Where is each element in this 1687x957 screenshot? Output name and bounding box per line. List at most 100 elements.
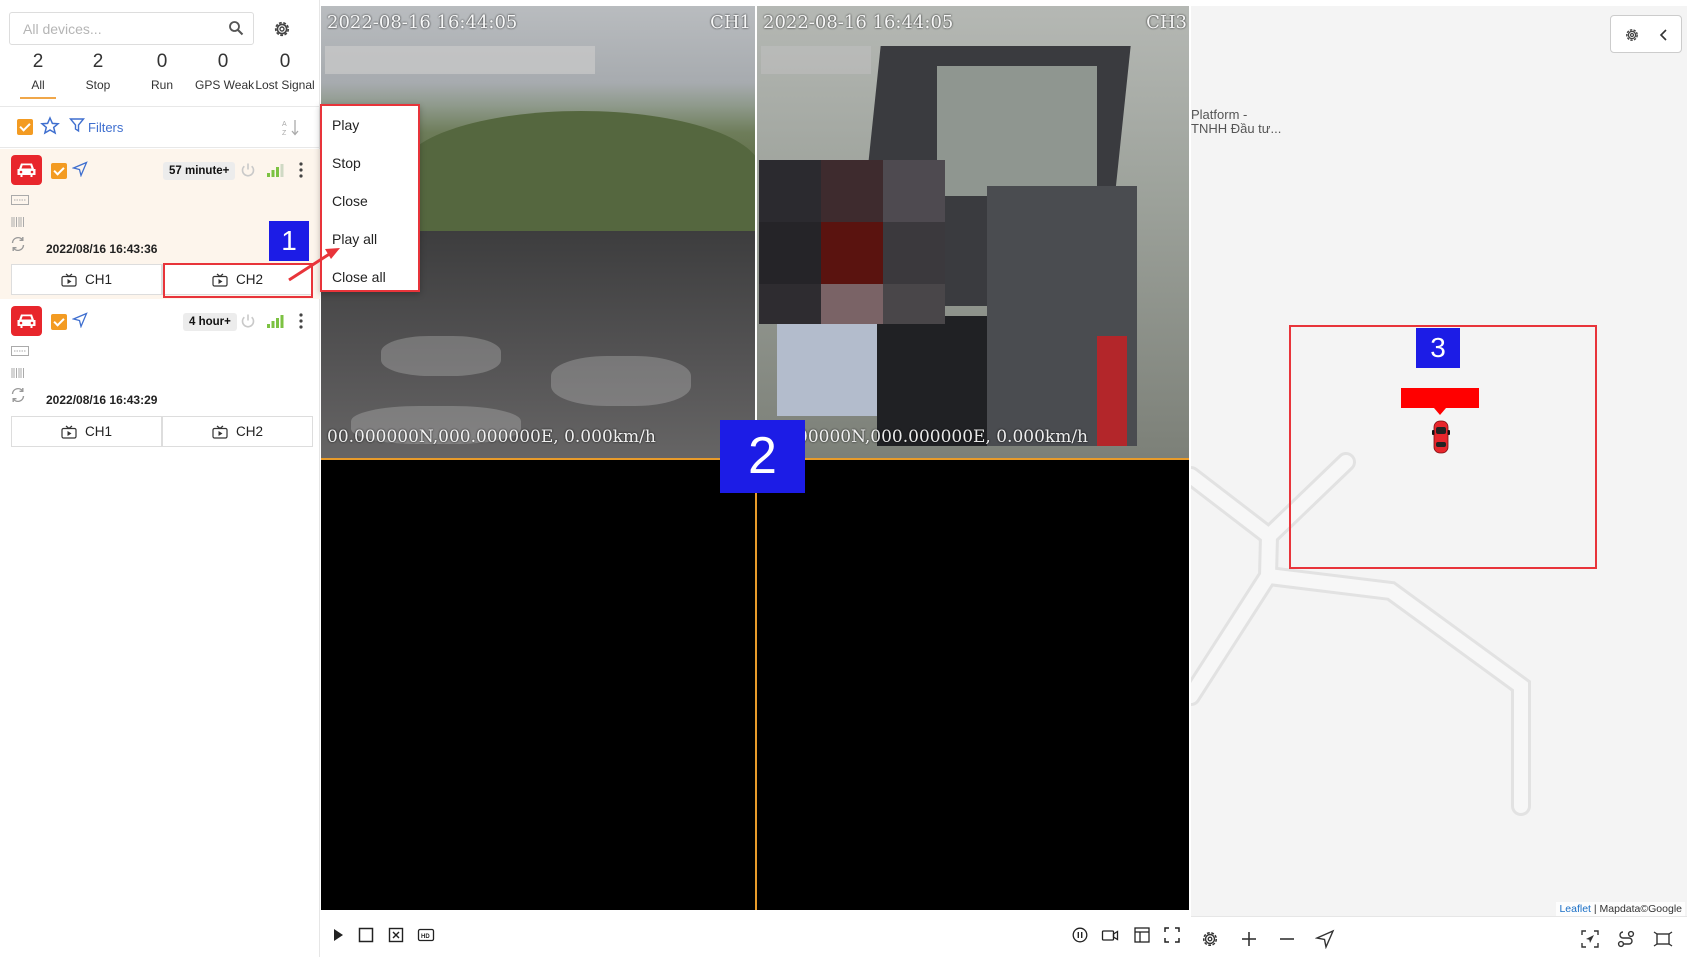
gear-icon[interactable] bbox=[1624, 27, 1640, 43]
ch1-button[interactable]: CH1 bbox=[11, 264, 162, 295]
scene-patch bbox=[551, 356, 691, 406]
pixelated-block bbox=[821, 160, 883, 222]
pixelated-block bbox=[821, 222, 883, 284]
annotation-badge-2: 2 bbox=[720, 420, 805, 493]
video-toolbar: HD bbox=[321, 916, 1189, 954]
scene-patch bbox=[381, 336, 501, 376]
menu-item-stop[interactable]: Stop bbox=[332, 155, 361, 171]
annotation-badge-3: 3 bbox=[1416, 328, 1460, 368]
chevron-left-icon[interactable] bbox=[1657, 28, 1671, 42]
map-place-label: Platform - bbox=[1191, 107, 1248, 122]
svg-text:Z: Z bbox=[282, 130, 287, 137]
device-panel: 2 All 2 Stop 0 Run 0 GPS Weak 0 Lost Sig… bbox=[0, 0, 320, 957]
navigation-icon[interactable] bbox=[72, 312, 88, 328]
pixelated-block bbox=[821, 284, 883, 324]
stat-label: Stop bbox=[85, 78, 111, 92]
pixelated-block bbox=[759, 284, 821, 324]
device-datetime: 2022/08/16 16:43:36 bbox=[46, 242, 158, 256]
stat-count: 0 bbox=[279, 51, 291, 72]
sort-icon[interactable]: A Z bbox=[281, 117, 301, 137]
menu-item-close[interactable]: Close bbox=[332, 193, 368, 209]
power-icon bbox=[241, 163, 255, 177]
pixelated-block bbox=[759, 160, 821, 222]
gear-icon[interactable] bbox=[1200, 929, 1220, 949]
more-vertical-icon[interactable] bbox=[298, 312, 304, 330]
svg-text:A: A bbox=[282, 121, 287, 128]
ch2-button[interactable]: CH2 bbox=[162, 416, 313, 447]
fullscreen-icon[interactable] bbox=[1163, 926, 1181, 944]
active-cell-border bbox=[755, 458, 757, 910]
navigation-icon[interactable] bbox=[1315, 929, 1335, 949]
map-toolbar bbox=[1191, 916, 1687, 957]
stat-label: Run bbox=[150, 78, 173, 92]
search-input[interactable] bbox=[9, 12, 254, 45]
play-icon[interactable] bbox=[329, 926, 347, 944]
ch1-label: CH1 bbox=[84, 272, 112, 287]
route-icon[interactable] bbox=[1616, 929, 1636, 949]
leaflet-link[interactable]: Leaflet bbox=[1559, 903, 1591, 915]
menu-item-play[interactable]: Play bbox=[332, 117, 359, 133]
video-channel: CH3 bbox=[1146, 12, 1187, 33]
plate-icon bbox=[11, 195, 29, 205]
redacted-bar bbox=[325, 46, 595, 74]
pixelated-block bbox=[759, 222, 821, 284]
gear-icon[interactable] bbox=[272, 19, 292, 39]
filter-icon[interactable] bbox=[69, 117, 85, 133]
record-icon[interactable] bbox=[1101, 926, 1119, 944]
video-coords: 00.000000N,000.000000E, 0.000km/h bbox=[327, 427, 656, 447]
ch1-label: CH1 bbox=[84, 424, 112, 439]
more-vertical-icon[interactable] bbox=[298, 161, 304, 179]
device-item[interactable]: 4 hour+ 2022/08/16 16:43:29 CH1 CH2 bbox=[0, 300, 320, 450]
pixelated-block bbox=[883, 222, 945, 284]
device-datetime: 2022/08/16 16:43:29 bbox=[46, 393, 158, 407]
sync-icon bbox=[11, 236, 25, 252]
stat-run[interactable]: 0 Run bbox=[148, 50, 176, 94]
barcode-icon bbox=[11, 217, 24, 227]
minus-icon[interactable] bbox=[1277, 929, 1297, 949]
plus-icon[interactable] bbox=[1239, 929, 1259, 949]
plate-icon bbox=[11, 346, 29, 356]
device-checkbox[interactable] bbox=[51, 163, 67, 179]
video-timestamp: 2022-08-16 16:44:05 bbox=[763, 12, 954, 33]
stat-gps-weak[interactable]: 0 GPS Weak bbox=[195, 50, 255, 94]
stat-label: GPS Weak bbox=[195, 78, 255, 92]
expand-icon[interactable] bbox=[1653, 929, 1673, 949]
ch2-label: CH2 bbox=[235, 424, 263, 439]
map-attribution-text: | Mapdata©Google bbox=[1590, 903, 1682, 915]
sync-icon bbox=[11, 387, 25, 403]
map-attribution: Leaflet | Mapdata©Google bbox=[1556, 902, 1685, 916]
map-place-label: TNHH Đầu tư... bbox=[1191, 121, 1282, 136]
stat-label: Lost Signal bbox=[255, 78, 315, 92]
stat-count: 0 bbox=[217, 51, 229, 72]
star-icon[interactable] bbox=[40, 116, 60, 136]
video-cell-empty[interactable] bbox=[321, 460, 755, 910]
signal-icon bbox=[267, 315, 284, 328]
focus-icon[interactable] bbox=[1580, 929, 1600, 949]
video-cell-ch3[interactable]: 2022-08-16 16:44:05 CH3 00000N,000.00000… bbox=[757, 6, 1189, 458]
stat-count: 2 bbox=[32, 51, 44, 72]
hd-icon[interactable]: HD bbox=[417, 926, 435, 944]
pixelated-block bbox=[883, 284, 945, 324]
device-checkbox[interactable] bbox=[51, 314, 67, 330]
close-all-icon[interactable] bbox=[387, 926, 405, 944]
layout-icon[interactable] bbox=[1133, 926, 1151, 944]
select-all-checkbox[interactable] bbox=[17, 119, 33, 135]
stop-icon[interactable] bbox=[357, 926, 375, 944]
filters-button[interactable]: Filters bbox=[88, 120, 123, 135]
pause-all-icon[interactable] bbox=[1071, 926, 1089, 944]
stat-stop[interactable]: 2 Stop bbox=[81, 50, 115, 94]
status-badge: 57 minute+ bbox=[163, 162, 236, 180]
search-icon[interactable] bbox=[228, 20, 244, 36]
navigation-icon[interactable] bbox=[72, 161, 88, 177]
video-coords: 00000N,000.000000E, 0.000km/h bbox=[797, 427, 1089, 447]
barcode-icon bbox=[11, 368, 24, 378]
stat-count: 2 bbox=[92, 51, 104, 72]
svg-text:HD: HD bbox=[421, 934, 430, 940]
video-cell-empty[interactable] bbox=[757, 460, 1189, 910]
scene-window bbox=[937, 66, 1097, 196]
ch1-button[interactable]: CH1 bbox=[11, 416, 162, 447]
stat-all[interactable]: 2 All bbox=[20, 50, 56, 99]
stat-label: All bbox=[31, 78, 45, 92]
stat-lost-signal[interactable]: 0 Lost Signal bbox=[254, 50, 316, 94]
video-timestamp: 2022-08-16 16:44:05 bbox=[327, 12, 518, 33]
